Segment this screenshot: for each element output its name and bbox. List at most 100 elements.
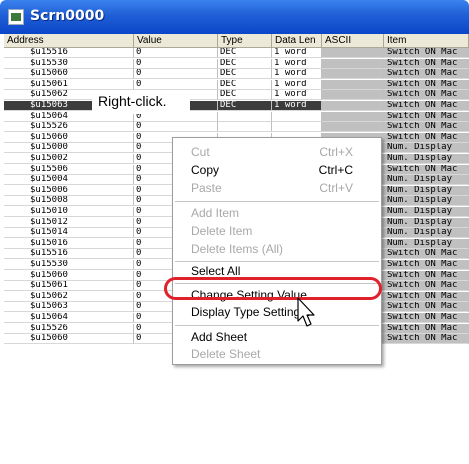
cell-address: $u15010 [4,207,134,217]
cell-item: Switch ON Mac [384,90,469,101]
cell-ascii [322,69,384,80]
cell-ascii [322,122,384,133]
cell-address: $u15516 [4,249,134,260]
cell-data-len: 1 word [272,58,322,69]
cell-value: 0 [134,79,218,90]
cell-data-len: 1 word [272,79,322,90]
menu-copy-shortcut: Ctrl+C [318,163,353,177]
cell-data-len: 1 word [272,101,322,111]
cell-address: $u15004 [4,175,134,186]
cell-address: $u15060 [4,132,134,143]
menu-item-cut[interactable]: Cut Ctrl+X [173,143,381,161]
cell-address: $u15008 [4,196,134,207]
menu-separator [175,201,379,202]
cell-item: Switch ON Mac [384,111,469,122]
cell-item: Num. Display [384,228,469,239]
menu-cut-shortcut: Ctrl+X [319,145,353,159]
cell-item: Switch ON Mac [384,101,469,111]
cell-address: $u15061 [4,281,134,292]
menu-paste-label: Paste [191,181,222,195]
cell-data-len [272,111,322,122]
menu-paste-shortcut: Ctrl+V [319,181,353,195]
cell-data-len: 1 word [272,48,322,58]
cell-ascii [322,111,384,122]
cell-address: $u15060 [4,69,134,80]
cell-item: Num. Display [384,175,469,186]
cell-address: $u15506 [4,164,134,175]
cell-address: $u15064 [4,313,134,323]
cell-data-len: 1 word [272,90,322,101]
cell-item: Switch ON Mac [384,132,469,143]
table-row[interactable]: $u15516 0 DEC 1 word Switch ON Mac [4,48,469,58]
cell-value: 0 [134,48,218,58]
table-row[interactable]: $u150610DEC1 word Switch ON Mac [4,79,469,90]
header-data-len[interactable]: Data Len [272,34,322,48]
cell-item: Num. Display [384,185,469,196]
menu-item-add-item[interactable]: Add Item [173,204,381,222]
cell-address: $u15014 [4,228,134,239]
header-item[interactable]: Item [384,34,469,48]
header-type[interactable]: Type [218,34,272,48]
cell-address: $u15060 [4,334,134,345]
cell-item: Switch ON Mac [384,313,469,323]
cell-type: DEC [218,69,272,80]
menu-delete-item-label: Delete Item [191,224,253,238]
menu-item-delete-item[interactable]: Delete Item [173,222,381,240]
cell-type [218,111,272,122]
cell-address: $u15063 [4,302,134,313]
cell-ascii [322,79,384,90]
cell-type: DEC [218,90,272,101]
cell-item: Switch ON Mac [384,69,469,80]
cell-item: Switch ON Mac [384,302,469,313]
menu-display-type-setting-label: Display Type Setting... [191,305,311,319]
header-ascii[interactable]: ASCII [322,34,384,48]
cell-item: Switch ON Mac [384,291,469,302]
table-row[interactable]: $u15526 0 Switch ON Mac [4,122,469,133]
cell-item: Num. Display [384,196,469,207]
mouse-pointer-icon [297,297,315,327]
menu-add-sheet-label: Add Sheet [191,330,248,344]
table-row[interactable]: $u15064 0 Switch ON Mac [4,111,469,122]
scrn-window: Scrn0000 Address Value Type Data Len ASC… [0,0,469,464]
menu-delete-items-all-label: Delete Items (All) [191,242,284,256]
cell-item: Switch ON Mac [384,164,469,175]
cell-item: Num. Display [384,154,469,164]
menu-item-delete-sheet[interactable]: Delete Sheet [173,345,381,363]
cell-ascii [322,101,384,111]
table-row[interactable]: $u150630DEC1 wordSwitch ON Mac [4,101,469,111]
cell-address: $u15530 [4,260,134,270]
header-value[interactable]: Value [134,34,218,48]
menu-add-item-label: Add Item [191,206,240,220]
cell-address: $u15516 [4,48,134,58]
right-click-callout: Right-click. [92,90,190,114]
cell-type: DEC [218,79,272,90]
menu-item-copy[interactable]: Copy Ctrl+C [173,161,381,179]
title-bar[interactable]: Scrn0000 [0,0,469,34]
cell-ascii [322,90,384,101]
cell-item: Switch ON Mac [384,249,469,260]
cell-item: Switch ON Mac [384,79,469,90]
table-row[interactable]: $u15530 0 DEC 1 word Switch ON Mac [4,58,469,69]
cell-data-len: 1 word [272,69,322,80]
cell-type: DEC [218,48,272,58]
cell-item: Num. Display [384,238,469,249]
menu-item-display-type-setting[interactable]: Display Type Setting... [173,303,381,321]
cell-value: 0 [134,122,218,133]
cell-address: $u15002 [4,154,134,164]
highlight-outline [164,277,382,300]
cell-item: Switch ON Mac [384,122,469,133]
cell-item: Switch ON Mac [384,260,469,270]
cell-item: Num. Display [384,143,469,154]
table-row[interactable]: $u150600DEC1 word Switch ON Mac [4,69,469,80]
header-address[interactable]: Address [4,34,134,48]
table-row[interactable]: $u150620DEC1 wordSwitch ON Mac [4,90,469,101]
cell-data-len [272,122,322,133]
cell-type: DEC [218,101,272,111]
menu-item-paste[interactable]: Paste Ctrl+V [173,179,381,197]
menu-item-delete-items-all[interactable]: Delete Items (All) [173,240,381,258]
cell-item: Switch ON Mac [384,281,469,292]
cell-item: Num. Display [384,217,469,228]
cell-type: DEC [218,58,272,69]
menu-item-add-sheet[interactable]: Add Sheet [173,328,381,346]
grid-header: Address Value Type Data Len ASCII Item [4,34,469,48]
